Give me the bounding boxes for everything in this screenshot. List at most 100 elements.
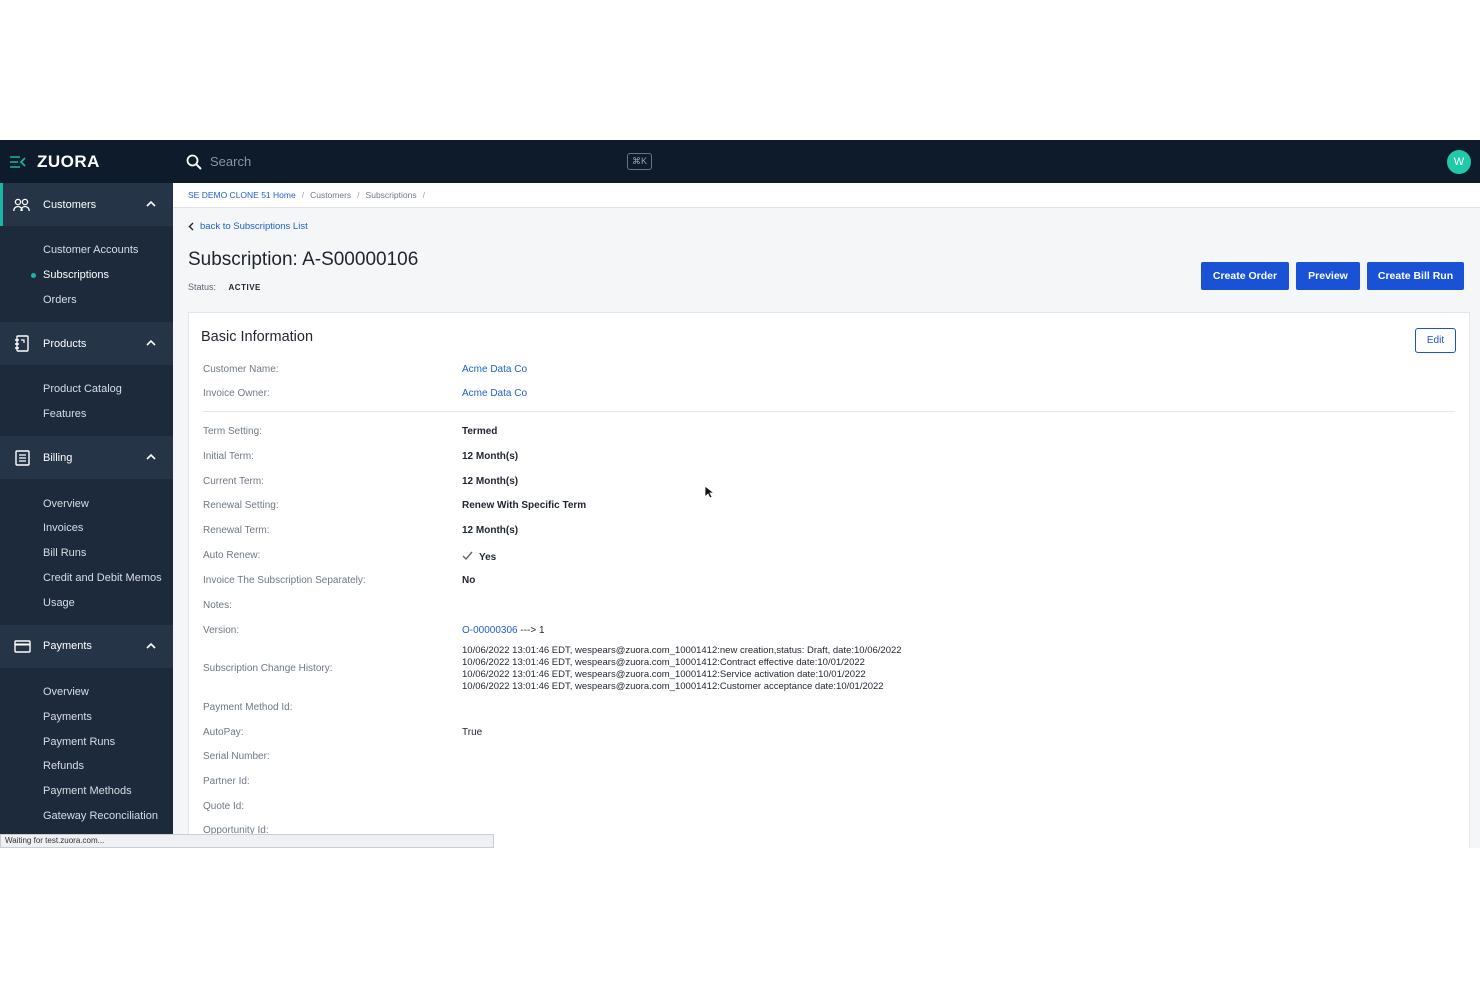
field-label: Partner Id: — [203, 776, 250, 787]
history-line: 10/06/2022 13:01:46 EDT, wespears@zuora.… — [462, 645, 902, 656]
browser-status-bar: Waiting for test.zuora.com... — [0, 834, 494, 848]
main-content: SE DEMO CLONE 51 Home / Customers / Subs… — [173, 183, 1480, 848]
breadcrumb-separator: / — [422, 190, 425, 200]
search-shortcut-badge: ⌘K — [627, 153, 653, 170]
sidebar-item-bill-runs[interactable]: Bill Runs — [0, 541, 173, 566]
sidebar-item-payments-overview[interactable]: Overview — [0, 680, 173, 705]
field-label: Payment Method Id: — [203, 702, 293, 713]
sidebar: Customers Customer Accounts Subscription… — [0, 183, 173, 848]
create-bill-run-button[interactable]: Create Bill Run — [1367, 262, 1464, 290]
breadcrumb-separator: / — [301, 190, 305, 200]
sidebar-item-payments[interactable]: Payments — [0, 705, 173, 730]
nav-header-customers[interactable]: Customers — [0, 183, 173, 226]
chevron-up-icon[interactable] — [145, 451, 157, 463]
nav-items-customers: Customer Accounts Subscriptions Orders — [0, 226, 173, 322]
status-line: Status: ACTIVE — [188, 282, 261, 292]
chevron-up-icon[interactable] — [145, 198, 157, 210]
card-icon — [13, 637, 31, 655]
history-line: 10/06/2022 13:01:46 EDT, wespears@zuora.… — [462, 681, 884, 692]
field-label: Notes: — [203, 600, 232, 611]
field-label: Invoice Owner: — [203, 388, 270, 399]
top-bar: ZUORA ⌘K W — [0, 140, 1480, 183]
sidebar-item-payment-runs[interactable]: Payment Runs — [0, 729, 173, 754]
sidebar-item-gateway-reconciliation[interactable]: Gateway Reconciliation — [0, 803, 173, 828]
brand: ZUORA — [10, 140, 100, 183]
search-input[interactable] — [210, 154, 610, 169]
field-value: 12 Month(s) — [462, 451, 519, 462]
field-value: No — [462, 575, 476, 586]
zuora-logo[interactable]: ZUORA — [37, 152, 100, 172]
mouse-cursor-icon — [704, 485, 714, 499]
field-value: Yes — [462, 550, 496, 563]
nav-header-label: Payments — [43, 640, 92, 653]
field-label: Quote Id: — [203, 801, 245, 812]
nav-section-customers: Customers Customer Accounts Subscription… — [0, 183, 173, 322]
chevron-up-icon[interactable] — [145, 640, 157, 652]
nav-header-label: Customers — [43, 198, 97, 211]
sidebar-item-product-catalog[interactable]: Product Catalog — [0, 377, 173, 402]
sidebar-item-customer-accounts[interactable]: Customer Accounts — [0, 238, 173, 263]
version-suffix: ---> 1 — [517, 625, 545, 636]
invoice-owner-link[interactable]: Acme Data Co — [462, 388, 527, 399]
sidebar-item-refunds[interactable]: Refunds — [0, 754, 173, 779]
sidebar-item-orders[interactable]: Orders — [0, 287, 173, 312]
field-label: Initial Term: — [203, 451, 254, 462]
breadcrumb-customers[interactable]: Customers — [310, 190, 351, 200]
divider — [203, 411, 1455, 412]
sidebar-item-usage[interactable]: Usage — [0, 590, 173, 615]
field-value: Termed — [462, 426, 498, 437]
menu-collapse-icon[interactable] — [10, 153, 27, 170]
preview-button[interactable]: Preview — [1296, 262, 1360, 290]
edit-button[interactable]: Edit — [1415, 328, 1456, 353]
create-order-button[interactable]: Create Order — [1201, 262, 1289, 290]
check-icon — [462, 551, 473, 561]
search-icon — [186, 154, 202, 170]
field-label: Serial Number: — [203, 751, 270, 762]
field-label: AutoPay: — [203, 727, 244, 738]
field-label: Current Term: — [203, 476, 264, 487]
nav-items-products: Product Catalog Features — [0, 365, 173, 436]
nav-items-payments: Overview Payments Payment Runs Refunds P… — [0, 668, 173, 838]
back-to-list-link[interactable]: back to Subscriptions List — [188, 221, 308, 232]
app-window: ZUORA ⌘K W Customers Customer Accounts S… — [0, 140, 1480, 848]
chevron-left-icon — [188, 222, 194, 231]
sidebar-item-credit-debit-memos[interactable]: Credit and Debit Memos — [0, 566, 173, 591]
field-label: Subscription Change History: — [203, 663, 333, 674]
status-label: Status: — [188, 282, 217, 292]
sidebar-item-features[interactable]: Features — [0, 402, 173, 427]
status-badge: ACTIVE — [228, 283, 261, 292]
field-label: Version: — [203, 625, 240, 636]
field-value: 12 Month(s) — [462, 476, 519, 487]
field-label: Renewal Term: — [203, 525, 270, 536]
history-line: 10/06/2022 13:01:46 EDT, wespears@zuora.… — [462, 657, 865, 668]
nav-header-payments[interactable]: Payments — [0, 624, 173, 668]
sidebar-item-subscriptions[interactable]: Subscriptions — [0, 263, 173, 288]
field-label: Customer Name: — [203, 364, 279, 375]
back-link-label: back to Subscriptions List — [200, 221, 308, 232]
breadcrumb-home[interactable]: SE DEMO CLONE 51 Home — [188, 190, 296, 200]
nav-items-billing: Overview Invoices Bill Runs Credit and D… — [0, 479, 173, 624]
card-title: Basic Information — [201, 329, 314, 345]
nav-header-products[interactable]: Products — [0, 322, 173, 366]
sidebar-item-invoices[interactable]: Invoices — [0, 516, 173, 541]
people-icon — [13, 196, 31, 214]
user-avatar[interactable]: W — [1447, 150, 1471, 174]
field-value: 12 Month(s) — [462, 525, 519, 536]
history-line: 10/06/2022 13:01:46 EDT, wespears@zuora.… — [462, 669, 866, 680]
nav-section-payments: Payments Overview Payments Payment Runs … — [0, 624, 173, 838]
customer-name-link[interactable]: Acme Data Co — [462, 364, 527, 375]
field-label: Auto Renew: — [203, 550, 261, 561]
auto-renew-value: Yes — [479, 552, 497, 563]
nav-header-billing[interactable]: Billing — [0, 436, 173, 480]
field-value: Renew With Specific Term — [462, 500, 587, 511]
sidebar-item-billing-overview[interactable]: Overview — [0, 491, 173, 516]
chevron-up-icon[interactable] — [145, 337, 157, 349]
sidebar-item-payment-methods[interactable]: Payment Methods — [0, 779, 173, 804]
order-link[interactable]: O-00000306 — [462, 625, 518, 636]
breadcrumb-separator: / — [357, 190, 360, 200]
catalog-icon — [13, 335, 31, 353]
document-icon — [13, 449, 31, 467]
nav-header-label: Products — [43, 337, 87, 350]
global-search — [186, 140, 656, 183]
breadcrumb-subscriptions[interactable]: Subscriptions — [366, 190, 417, 200]
